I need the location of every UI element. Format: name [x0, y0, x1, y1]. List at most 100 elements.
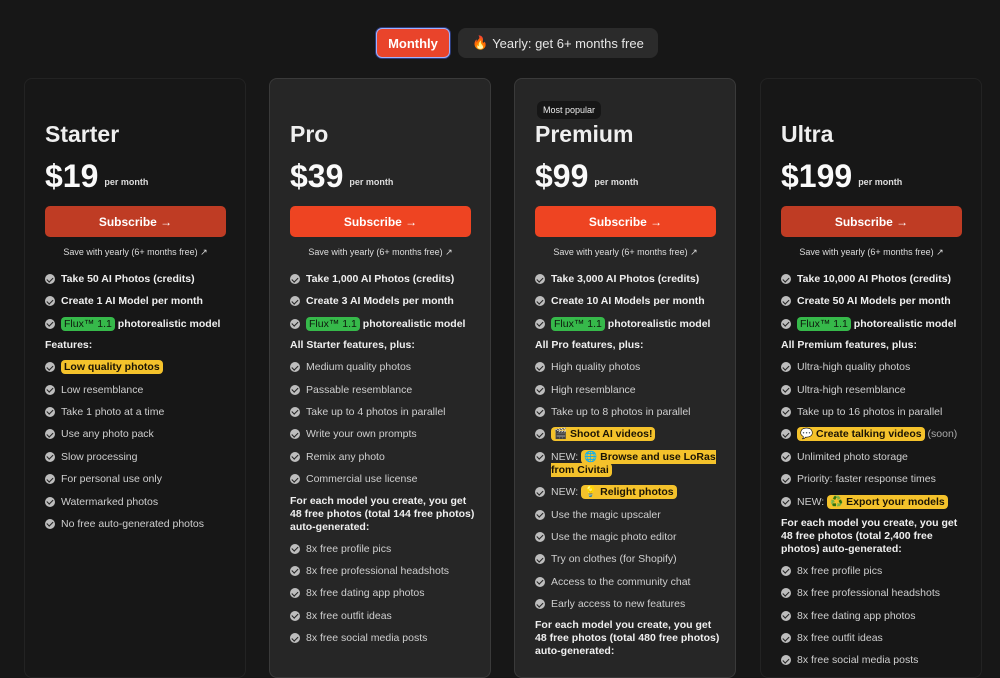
flux-badge: Flux™ 1.1 — [306, 316, 360, 331]
subscribe-button[interactable]: Subscribe → — [781, 206, 962, 237]
check-circle-icon — [290, 474, 300, 485]
feature-text: Flux™ 1.1 photorealistic model — [551, 316, 710, 331]
check-circle-icon — [290, 406, 300, 417]
monthly-toggle-button[interactable]: Monthly — [376, 28, 450, 58]
save-yearly-link[interactable]: Save with yearly (6+ months free) ↗ — [535, 247, 716, 258]
check-circle-icon — [45, 429, 55, 440]
check-circle-icon — [290, 588, 300, 599]
feature-text: Take 1 photo at a time — [61, 405, 165, 418]
plan-price: $199 — [781, 158, 853, 194]
feature-item: 8x free outfit ideas — [781, 632, 971, 645]
price-row: $199 per month — [781, 159, 902, 193]
feature-text: Take 1,000 AI Photos (credits) — [306, 273, 455, 285]
feature-item: 8x free social media posts — [781, 654, 971, 667]
feature-text: Slow processing — [61, 450, 138, 463]
feature-text: Watermarked photos — [61, 495, 159, 508]
feature-item: For personal use only — [45, 473, 235, 486]
feature-item: Use the magic upscaler — [535, 509, 725, 522]
feature-item: Unlimited photo storage — [781, 451, 971, 464]
highlight-tag: ♻️ Export your models — [827, 494, 948, 509]
highlight-tag: 🎬 Shoot AI videos! — [551, 427, 656, 442]
feature-section-heading: For each model you create, you get 48 fr… — [781, 516, 958, 555]
check-circle-icon — [290, 429, 300, 440]
feature-text: 🎬 Shoot AI videos! — [551, 427, 656, 442]
check-circle-icon — [45, 451, 55, 462]
feature-item: Passable resemblance — [290, 384, 480, 397]
feature-text: Create 10 AI Models per month — [551, 295, 705, 308]
check-circle-icon — [781, 274, 791, 284]
plan-price: $99 — [535, 158, 589, 194]
feature-text: NEW: 💡 Relight photos — [551, 485, 677, 500]
feature-item: Take 10,000 AI Photos (credits) — [781, 273, 971, 286]
feature-item: Flux™ 1.1 photorealistic model — [781, 316, 971, 331]
feature-item: Create 3 AI Models per month — [290, 295, 480, 308]
plan-name: Starter — [45, 121, 120, 147]
feature-text: Unlimited photo storage — [797, 450, 908, 463]
feature-item: Ultra-high quality photos — [781, 361, 971, 374]
feature-text: 💬 Create talking videos (soon) — [797, 427, 957, 442]
feature-text: 8x free profile pics — [797, 564, 883, 577]
feature-item: Create 10 AI Models per month — [535, 295, 725, 308]
feature-item: Ultra-high resemblance — [781, 384, 971, 397]
feature-text: Passable resemblance — [306, 383, 413, 396]
feature-item: Priority: faster response times — [781, 473, 971, 486]
feature-item: 8x free dating app photos — [290, 587, 480, 600]
feature-text: High resemblance — [551, 383, 636, 396]
check-circle-icon — [45, 384, 55, 395]
feature-item: High resemblance — [535, 384, 725, 397]
flux-badge: Flux™ 1.1 — [61, 316, 115, 331]
feature-item: 💬 Create talking videos (soon) — [781, 427, 971, 442]
feature-text: 8x free professional headshots — [797, 587, 941, 600]
check-circle-icon — [535, 429, 545, 440]
feature-text: Flux™ 1.1 photorealistic model — [61, 316, 220, 331]
feature-text: Take up to 16 photos in parallel — [797, 405, 943, 418]
check-circle-icon — [781, 496, 791, 507]
feature-item: Try on clothes (for Shopify) — [535, 553, 725, 566]
feature-text: Priority: faster response times — [797, 473, 936, 486]
check-circle-icon — [535, 406, 545, 417]
feature-item: Take 50 AI Photos (credits) — [45, 273, 235, 286]
check-circle-icon — [535, 554, 545, 565]
price-period: per month — [104, 177, 149, 187]
check-circle-icon — [781, 610, 791, 621]
feature-text: Early access to new features — [551, 598, 686, 611]
feature-section-heading: All Pro features, plus: — [535, 339, 644, 352]
save-yearly-link[interactable]: Save with yearly (6+ months free) ↗ — [781, 247, 962, 258]
feature-item: Take 3,000 AI Photos (credits) — [535, 273, 725, 286]
check-circle-icon — [535, 274, 545, 284]
check-circle-icon — [535, 318, 545, 329]
save-yearly-link[interactable]: Save with yearly (6+ months free) ↗ — [290, 247, 471, 258]
feature-item: Early access to new features — [535, 598, 725, 611]
check-circle-icon — [781, 362, 791, 373]
feature-item: Use the magic photo editor — [535, 531, 725, 544]
plan-name: Ultra — [781, 121, 834, 147]
subscribe-button[interactable]: Subscribe → — [290, 206, 471, 237]
check-circle-icon — [45, 296, 55, 307]
yearly-toggle-button[interactable]: 🔥 Yearly: get 6+ months free — [458, 28, 658, 58]
plan-card-ultra: Ultra $199 per month Subscribe → Save with y… — [760, 78, 982, 678]
subscribe-button[interactable]: Subscribe → — [535, 206, 716, 237]
check-circle-icon — [781, 296, 791, 307]
feature-text: Access to the community chat — [551, 575, 691, 588]
check-circle-icon — [290, 543, 300, 554]
check-circle-icon — [45, 518, 55, 529]
check-circle-icon — [45, 274, 55, 284]
feature-item: Write your own prompts — [290, 428, 480, 441]
feature-text: NEW: ♻️ Export your models — [797, 494, 948, 509]
feature-text: For personal use only — [61, 473, 162, 486]
feature-section-heading: For each model you create, you get 48 fr… — [535, 619, 720, 658]
popular-badge: Most popular — [537, 101, 602, 119]
feature-text: Write your own prompts — [306, 428, 417, 441]
feature-section-heading: For each model you create, you get 48 fr… — [290, 494, 475, 533]
check-circle-icon — [290, 451, 300, 462]
feature-item: 8x free professional headshots — [781, 587, 971, 600]
feature-item: Flux™ 1.1 photorealistic model — [45, 316, 235, 331]
feature-text: Flux™ 1.1 photorealistic model — [306, 316, 465, 331]
feature-text: Take 50 AI Photos (credits) — [61, 273, 195, 285]
check-circle-icon — [781, 429, 791, 440]
save-yearly-link[interactable]: Save with yearly (6+ months free) ↗ — [45, 247, 226, 258]
check-circle-icon — [45, 318, 55, 329]
check-circle-icon — [45, 474, 55, 485]
check-circle-icon — [290, 610, 300, 621]
subscribe-button[interactable]: Subscribe → — [45, 206, 226, 237]
